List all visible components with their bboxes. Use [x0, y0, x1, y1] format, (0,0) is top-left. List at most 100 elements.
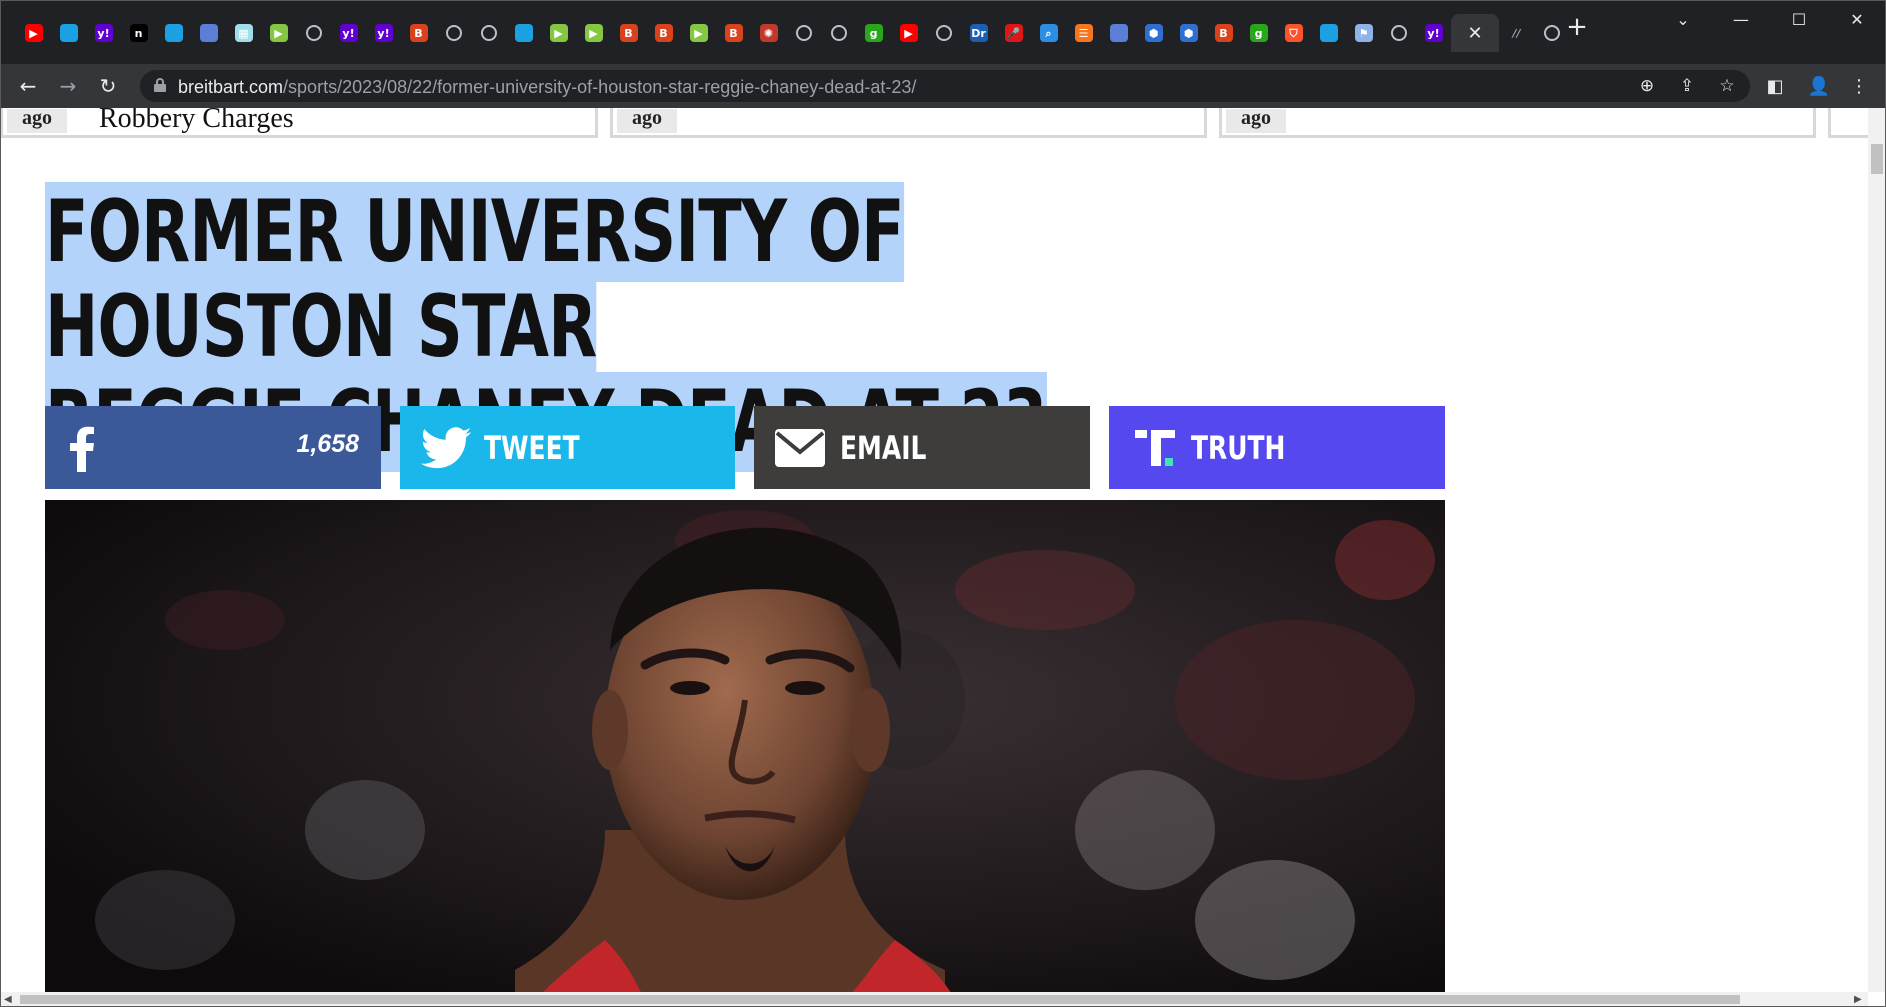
- globe-icon: [305, 25, 322, 41]
- browser-tab[interactable]: [436, 20, 471, 46]
- scroll-left-arrow-icon[interactable]: ◀: [4, 992, 12, 1007]
- maximize-button[interactable]: ☐: [1776, 6, 1822, 34]
- browser-tab[interactable]: ▶: [891, 20, 926, 46]
- browser-tab[interactable]: ⬢: [1136, 20, 1171, 46]
- truth-social-share-button[interactable]: Truth: [1109, 406, 1445, 489]
- tweet-button[interactable]: Tweet: [400, 406, 735, 489]
- address-bar[interactable]: breitbart.com/sports/2023/08/22/former-u…: [140, 70, 1750, 102]
- browser-tab[interactable]: y!: [1416, 20, 1451, 46]
- url-host: breitbart.com: [178, 77, 284, 97]
- ticker-card[interactable]: [1828, 108, 1868, 138]
- browser-tab[interactable]: [821, 20, 856, 46]
- email-share-button[interactable]: Email: [754, 406, 1090, 489]
- vertical-scrollbar[interactable]: [1868, 108, 1886, 992]
- browser-tab[interactable]: B: [401, 20, 436, 46]
- bookmark-star-icon[interactable]: ☆: [1715, 74, 1739, 98]
- browser-tab[interactable]: B: [611, 20, 646, 46]
- browser-tab[interactable]: y!: [366, 20, 401, 46]
- yahoo-icon: y!: [374, 24, 393, 42]
- horizontal-scroll-thumb[interactable]: [20, 995, 1740, 1004]
- facebook-icon: [70, 426, 94, 472]
- ticker-card[interactable]: ago Robbery Charges: [0, 108, 598, 138]
- browser-tab[interactable]: [191, 20, 226, 46]
- browser-tab[interactable]: ▶: [261, 20, 296, 46]
- player-portrait-image: [45, 500, 1445, 992]
- browser-tab[interactable]: g: [1241, 20, 1276, 46]
- close-window-button[interactable]: ✕: [1834, 6, 1880, 34]
- browser-tab[interactable]: n: [121, 20, 156, 46]
- browser-tab[interactable]: ▶: [541, 20, 576, 46]
- browser-tab[interactable]: Dr: [961, 20, 996, 46]
- tab-search-button[interactable]: ⌄: [1660, 6, 1706, 34]
- browser-tab[interactable]: [51, 20, 86, 46]
- browser-tab[interactable]: ✺: [751, 20, 786, 46]
- browser-tab[interactable]: ⬢: [1171, 20, 1206, 46]
- breitbart-icon: B: [654, 24, 673, 42]
- browser-tab[interactable]: B: [646, 20, 681, 46]
- article-photo[interactable]: [45, 500, 1445, 992]
- forward-button[interactable]: →: [54, 72, 82, 100]
- browser-tab[interactable]: [506, 20, 541, 46]
- envelope-icon: [775, 428, 825, 467]
- browser-tab[interactable]: [926, 20, 961, 46]
- browser-tab[interactable]: ▶: [576, 20, 611, 46]
- crest-favicon-icon: ⚑: [1354, 24, 1373, 42]
- browser-tab[interactable]: [1101, 20, 1136, 46]
- ticker-time: ago: [1226, 108, 1286, 133]
- email-label: Email: [840, 428, 927, 467]
- browser-tab[interactable]: ▶: [16, 20, 51, 46]
- g-favicon-icon: g: [1249, 24, 1268, 42]
- facebook-share-button[interactable]: 1,658: [45, 406, 381, 489]
- browser-tab[interactable]: y!: [86, 20, 121, 46]
- browser-tab[interactable]: ⛉: [1276, 20, 1311, 46]
- browser-tab[interactable]: 🎤: [996, 20, 1031, 46]
- minimize-button[interactable]: —: [1718, 6, 1764, 34]
- ticker-card[interactable]: ago: [1219, 108, 1816, 138]
- youtube-icon: ▶: [899, 24, 918, 42]
- active-browser-tab[interactable]: ✕: [1451, 14, 1499, 52]
- browser-tab[interactable]: ☰: [1066, 20, 1101, 46]
- browser-tab[interactable]: y!: [331, 20, 366, 46]
- vertical-scroll-thumb[interactable]: [1871, 144, 1883, 174]
- brave-favicon-icon: ⛉: [1284, 24, 1303, 42]
- breitbart-icon: B: [409, 24, 428, 42]
- url-text[interactable]: breitbart.com/sports/2023/08/22/former-u…: [178, 77, 916, 98]
- browser-tab[interactable]: //: [1499, 20, 1534, 46]
- close-tab-icon[interactable]: ✕: [1467, 23, 1482, 44]
- new-tab-button[interactable]: +: [1564, 14, 1590, 40]
- browser-tab[interactable]: ▦: [226, 20, 261, 46]
- bookmark-favicon-icon: ☰: [1074, 24, 1093, 42]
- browser-tab[interactable]: [1381, 20, 1416, 46]
- browser-tab[interactable]: B: [1206, 20, 1241, 46]
- horizontal-scrollbar[interactable]: ◀ ▶: [0, 992, 1868, 1007]
- globe-icon: [445, 25, 462, 41]
- browser-tab[interactable]: [1311, 20, 1346, 46]
- browser-tab[interactable]: ⚑: [1346, 20, 1381, 46]
- browser-tab[interactable]: B: [716, 20, 751, 46]
- browser-tab[interactable]: [296, 20, 331, 46]
- scroll-right-arrow-icon[interactable]: ▶: [1854, 992, 1862, 1007]
- chrome-menu-icon[interactable]: ⋮: [1846, 74, 1872, 100]
- ticker-card[interactable]: ago: [610, 108, 1207, 138]
- browser-tab[interactable]: g: [856, 20, 891, 46]
- ticker-headline: Robbery Charges: [99, 108, 294, 134]
- reload-button[interactable]: ↻: [94, 72, 122, 100]
- twitter-bird-icon: [420, 426, 472, 468]
- lock-icon[interactable]: [154, 78, 166, 92]
- share-icon[interactable]: ⇪: [1675, 74, 1699, 98]
- truth-label: Truth: [1191, 428, 1286, 467]
- dr-favicon-icon: Dr: [969, 24, 988, 42]
- zoom-icon[interactable]: ⊕: [1635, 74, 1659, 98]
- back-button[interactable]: ←: [14, 72, 42, 100]
- browser-tab[interactable]: [156, 20, 191, 46]
- browser-tab[interactable]: [471, 20, 506, 46]
- rumble-icon: ▶: [269, 24, 288, 42]
- shield-favicon-icon: [514, 24, 533, 42]
- shield-favicon-icon: [164, 24, 183, 42]
- browser-tab[interactable]: ▶: [681, 20, 716, 46]
- profile-icon[interactable]: 👤: [1806, 74, 1832, 100]
- browser-tab[interactable]: ⌕: [1031, 20, 1066, 46]
- g-favicon-icon: g: [864, 24, 883, 42]
- browser-tab[interactable]: [786, 20, 821, 46]
- side-panel-icon[interactable]: ◧: [1762, 74, 1788, 100]
